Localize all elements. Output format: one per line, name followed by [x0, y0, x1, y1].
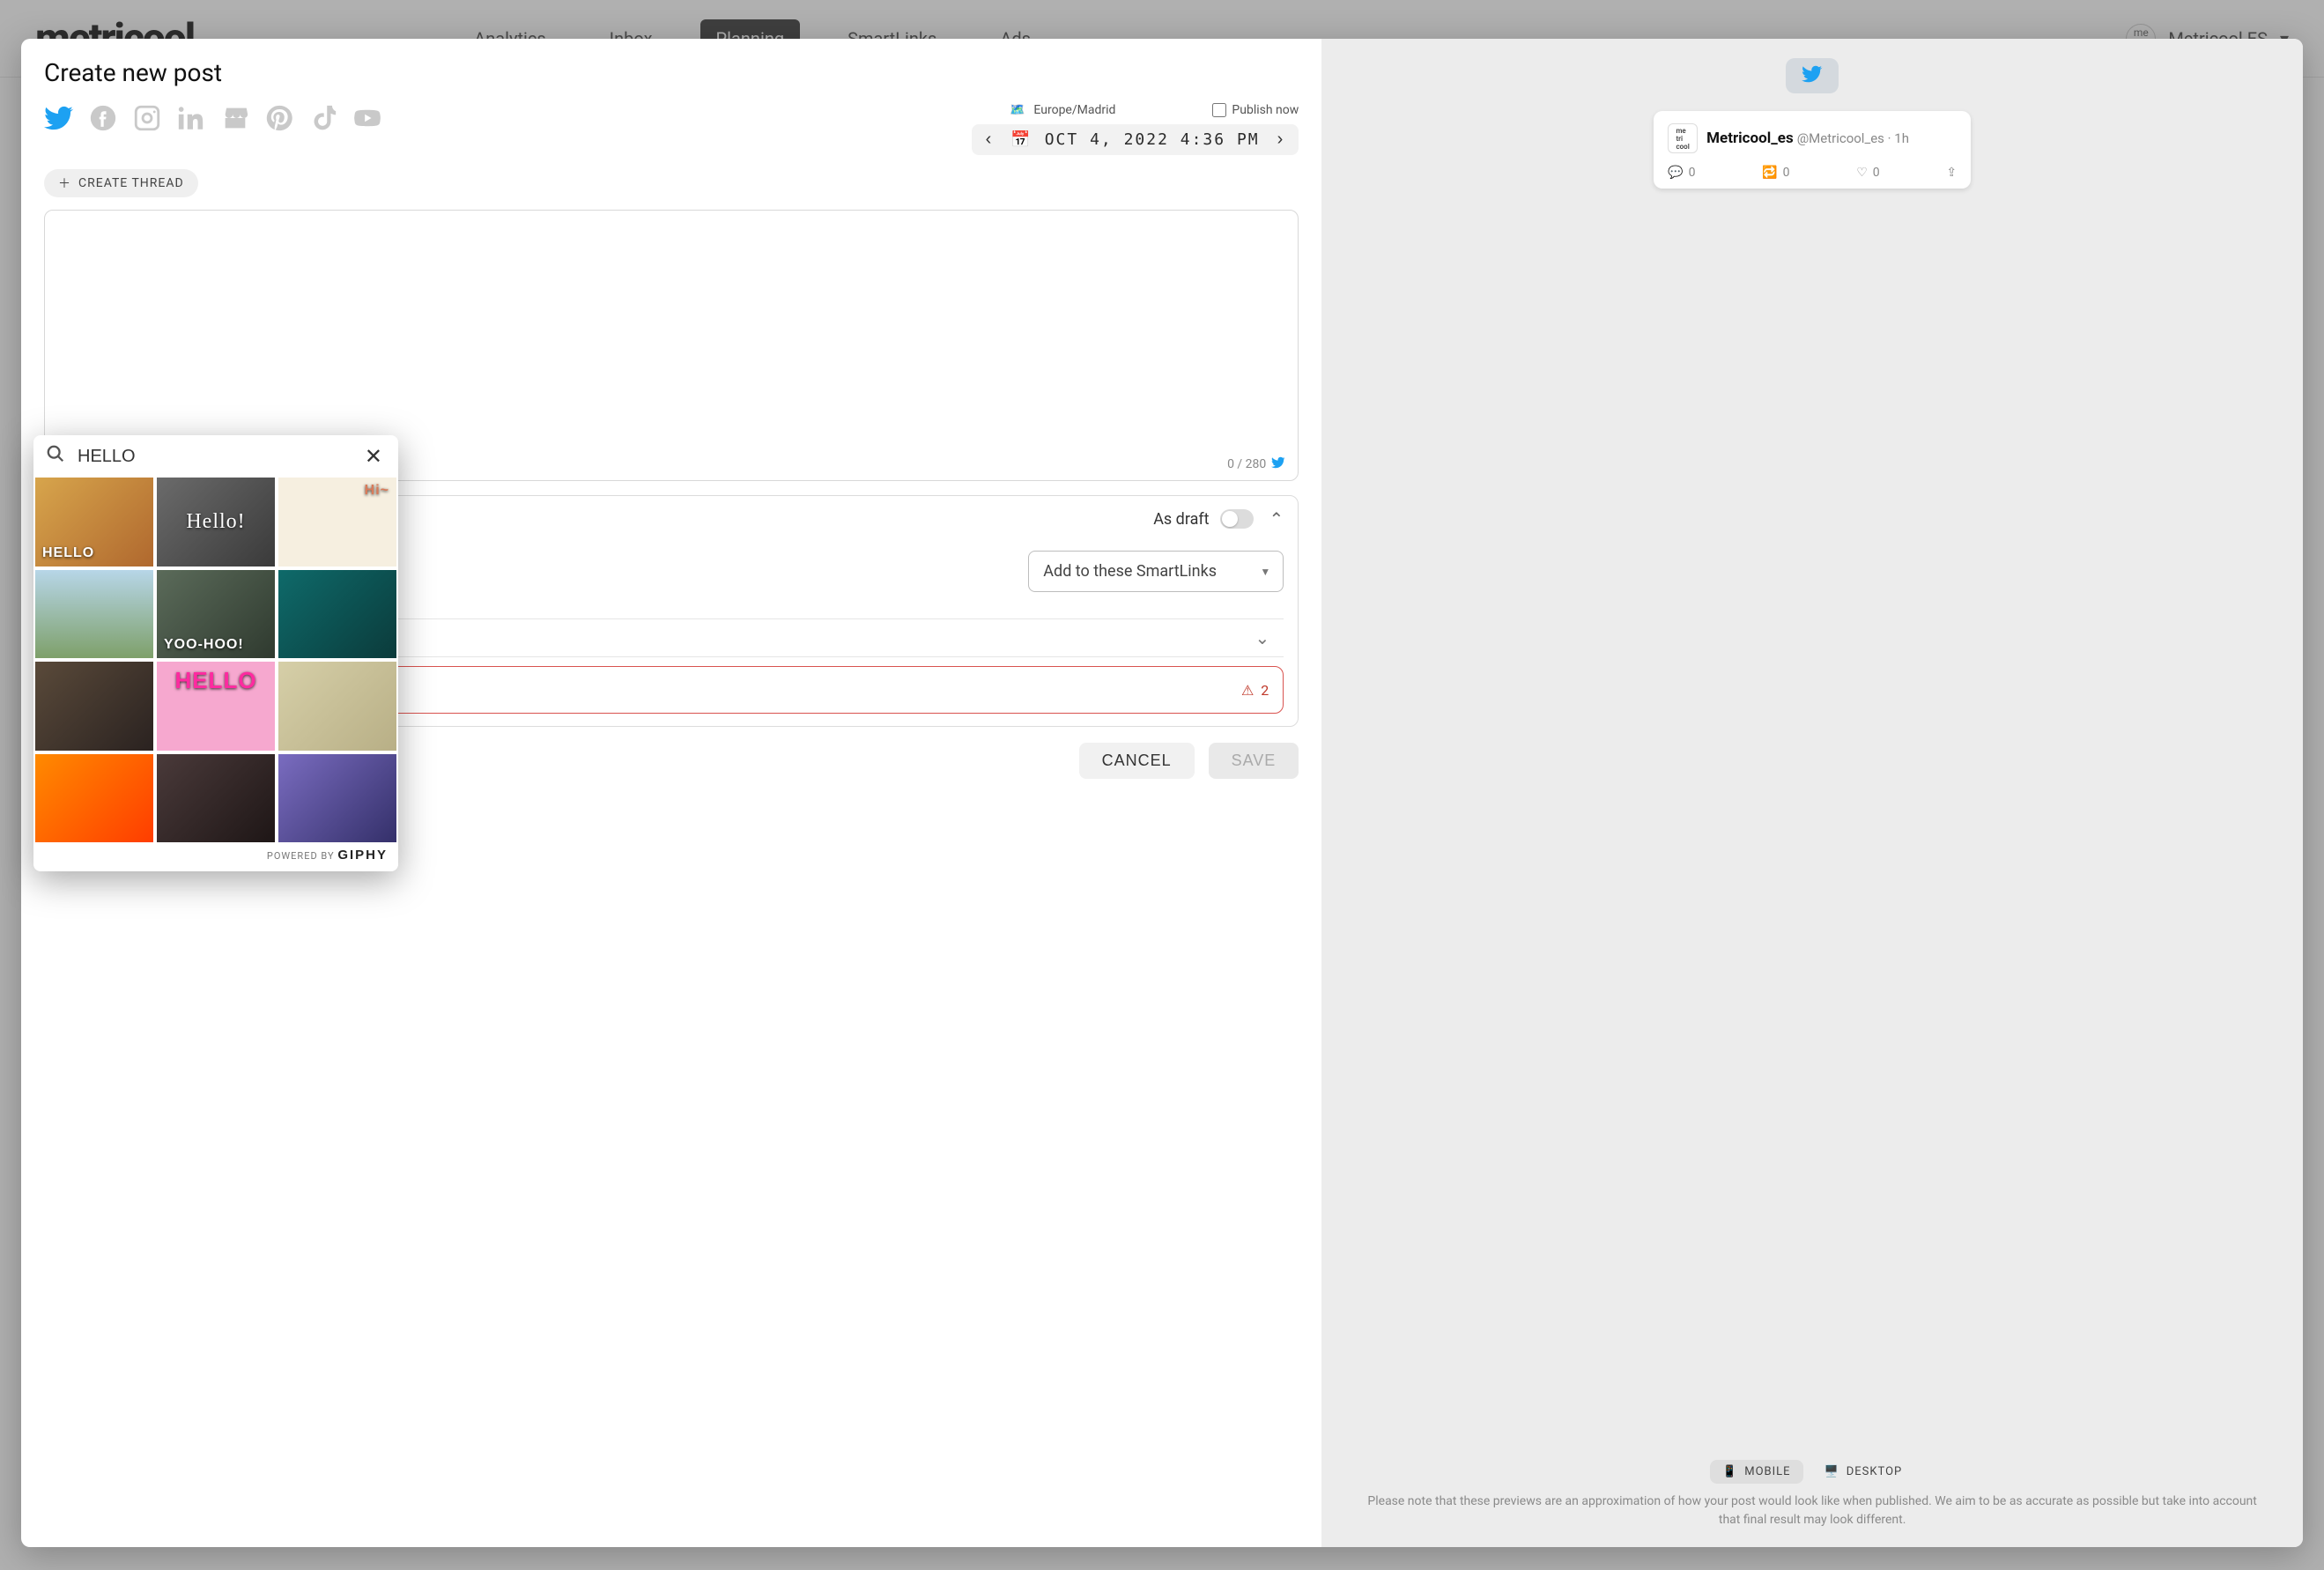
gif-result[interactable]: [278, 754, 396, 843]
linkedin-icon[interactable]: [176, 103, 206, 133]
desktop-icon: 🖥️: [1824, 1465, 1839, 1478]
prev-date-button[interactable]: ‹: [981, 130, 999, 150]
draft-toggle[interactable]: [1220, 509, 1254, 529]
gif-search-row: ✕: [33, 435, 398, 478]
preview-reply: 💬0: [1668, 166, 1695, 180]
create-thread-button[interactable]: ＋ CREATE THREAD: [44, 169, 198, 197]
preview-retweet: 🔁0: [1762, 166, 1789, 180]
preview-pane: metricool Metricool_es @Metricool_es · 1…: [1321, 39, 2303, 1547]
preview-display-name: Metricool_es: [1706, 130, 1794, 147]
device-desktop-label: DESKTOP: [1847, 1465, 1903, 1478]
preview-handle: @Metricool_es · 1h: [1797, 130, 1909, 146]
datetime-picker[interactable]: ‹ 📅 OCT 4, 2022 4:36 PM ›: [972, 124, 1299, 155]
next-date-button[interactable]: ›: [1272, 130, 1291, 150]
gif-result[interactable]: YOO-HOO!: [157, 570, 275, 659]
warning-icon: ⚠: [1241, 682, 1254, 699]
preview-like: ♡0: [1856, 166, 1879, 180]
gif-caption: Hello!: [186, 510, 245, 534]
timezone-label: Europe/Madrid: [1033, 103, 1115, 117]
preview-actions: 💬0 🔁0 ♡0 ⇪: [1668, 166, 1957, 180]
device-toggle: 📱 MOBILE 🖥️ DESKTOP: [1710, 1460, 1914, 1484]
preview-network-tab[interactable]: [1786, 58, 1839, 93]
save-button[interactable]: SAVE: [1209, 743, 1299, 779]
char-count-value: 0 / 280: [1227, 457, 1266, 471]
char-count: 0 / 280: [1227, 455, 1285, 473]
gif-result[interactable]: [157, 754, 275, 843]
pinterest-icon[interactable]: [264, 103, 294, 133]
twitter-small-icon: [1271, 455, 1285, 473]
smartlinks-select[interactable]: Add to these SmartLinks: [1028, 551, 1284, 592]
error-count: 2: [1261, 682, 1269, 699]
heart-icon: ♡: [1856, 166, 1868, 180]
device-mobile-button[interactable]: 📱 MOBILE: [1710, 1460, 1803, 1484]
youtube-icon[interactable]: [352, 103, 382, 133]
gif-caption: Hi~: [365, 483, 389, 499]
gif-result[interactable]: HELLO: [157, 662, 275, 751]
retweet-icon: 🔁: [1762, 166, 1777, 180]
gif-result[interactable]: [278, 570, 396, 659]
gif-attribution: POWERED BY GIPHY: [33, 842, 398, 871]
modal-title: Create new post: [44, 58, 1299, 87]
gif-result[interactable]: Hi~: [278, 478, 396, 567]
gif-close-button[interactable]: ✕: [361, 444, 386, 469]
preview-avatar: metricool: [1668, 123, 1698, 153]
device-desktop-button[interactable]: 🖥️ DESKTOP: [1812, 1460, 1915, 1484]
preview-share: ⇪: [1946, 166, 1957, 180]
gif-result[interactable]: [35, 570, 153, 659]
gif-search-input[interactable]: [78, 447, 349, 467]
timezone-icon: 🗺️: [1010, 103, 1025, 117]
tweet-preview-card: metricool Metricool_es @Metricool_es · 1…: [1654, 111, 1971, 189]
reply-icon: 💬: [1668, 166, 1683, 180]
gif-caption: YOO-HOO!: [164, 637, 244, 653]
draft-collapse-caret[interactable]: ⌃: [1269, 508, 1284, 530]
gif-picker: ✕ HELLO Hello! Hi~ YOO-HOO! HELLO POWERED BY…: [33, 435, 398, 871]
search-icon: [46, 444, 65, 469]
mobile-icon: 📱: [1722, 1465, 1737, 1478]
gif-result[interactable]: [35, 754, 153, 843]
publish-now-checkbox[interactable]: [1212, 103, 1226, 117]
share-icon: ⇪: [1946, 166, 1957, 180]
twitter-icon[interactable]: [44, 103, 74, 133]
gmb-icon[interactable]: [220, 103, 250, 133]
publish-now-toggle[interactable]: Publish now: [1212, 103, 1299, 117]
create-post-modal: Create new post 🗺️ Europe/Madrid P: [21, 39, 2303, 1547]
gif-result[interactable]: [278, 662, 396, 751]
gif-caption: HELLO: [42, 545, 94, 561]
gif-result[interactable]: [35, 662, 153, 751]
datetime-value: OCT 4, 2022 4:36 PM: [1045, 130, 1260, 149]
gif-caption: HELLO: [174, 667, 256, 694]
extra-collapse-caret[interactable]: ⌄: [1255, 627, 1270, 648]
gif-result[interactable]: Hello!: [157, 478, 275, 567]
calendar-icon: 📅: [1010, 130, 1032, 149]
gif-attrib-brand: GIPHY: [337, 848, 388, 863]
gif-results-grid: HELLO Hello! Hi~ YOO-HOO! HELLO: [33, 478, 398, 842]
publish-now-label: Publish now: [1232, 103, 1299, 117]
gif-result[interactable]: HELLO: [35, 478, 153, 567]
smartlinks-placeholder: Add to these SmartLinks: [1043, 562, 1217, 581]
draft-label: As draft: [1153, 510, 1209, 529]
cancel-button[interactable]: CANCEL: [1079, 743, 1195, 779]
tiktok-icon[interactable]: [308, 103, 338, 133]
preview-disclaimer: Please note that these previews are an a…: [1337, 1492, 2287, 1529]
network-selector: [44, 103, 382, 133]
create-thread-label: CREATE THREAD: [78, 176, 184, 190]
instagram-icon[interactable]: [132, 103, 162, 133]
facebook-icon[interactable]: [88, 103, 118, 133]
plus-icon: ＋: [58, 174, 71, 192]
device-mobile-label: MOBILE: [1744, 1465, 1790, 1478]
gif-attrib-prefix: POWERED BY: [267, 850, 335, 862]
